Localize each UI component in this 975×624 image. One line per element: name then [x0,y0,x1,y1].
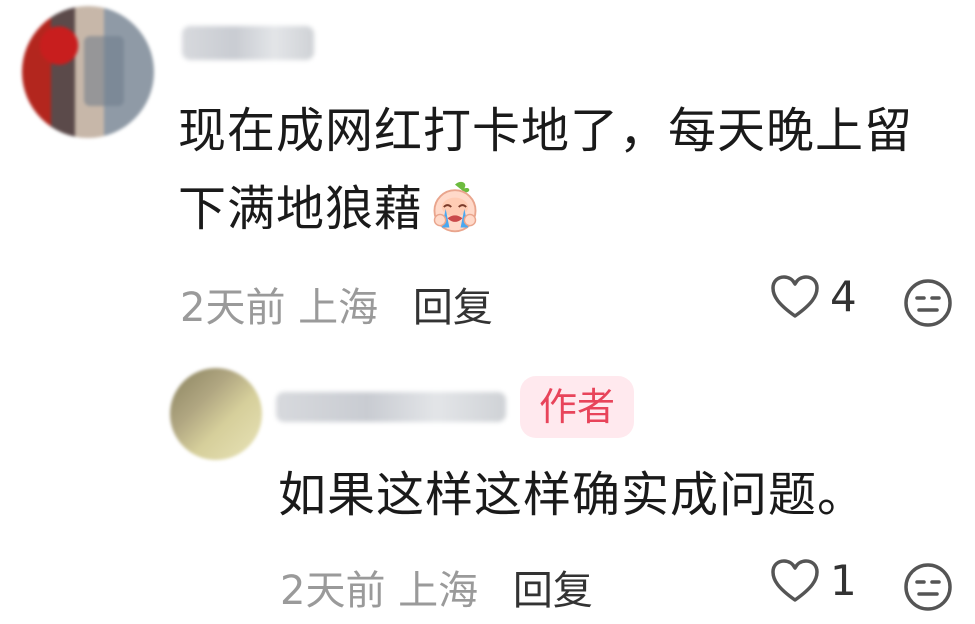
comment-text-line-1: 现在成网红打卡地了，每天晚上留 [178,103,914,159]
heart-icon [771,558,819,602]
reply-button[interactable]: 回复 [413,285,493,331]
avatar[interactable] [22,6,154,138]
like-count: 4 [830,272,857,321]
comment-text: 现在成网红打卡地了，每天晚上留 下满地狼藉 [178,92,968,248]
heart-icon [771,274,819,318]
reply-meta: 2天前 上海 回复 [280,558,593,616]
reply-avatar[interactable] [170,368,262,460]
comment-text-line-2-text: 下满地狼藉 [178,181,424,237]
comment-time: 2天前 [180,285,286,331]
reply-username-blurred[interactable] [276,392,506,422]
comment-meta: 2天前 上海 回复 [180,275,493,333]
author-badge: 作者 [520,376,634,438]
reply-text: 如果这样这样确实成问题。 [278,467,867,523]
reply-like-count: 1 [830,556,857,605]
reply-location: 上海 [398,568,479,614]
reply-like-button[interactable]: 1 [770,556,857,605]
comment-location: 上海 [298,285,379,331]
meh-face-icon[interactable] [902,561,954,613]
meh-face-icon[interactable] [902,277,954,329]
crying-face-icon [433,181,477,233]
comment-text-line-2: 下满地狼藉 [178,170,968,248]
reply-reply-button[interactable]: 回复 [513,568,593,614]
username-blurred[interactable] [182,26,314,60]
like-button[interactable]: 4 [770,272,857,321]
reply-time: 2天前 [280,568,386,614]
